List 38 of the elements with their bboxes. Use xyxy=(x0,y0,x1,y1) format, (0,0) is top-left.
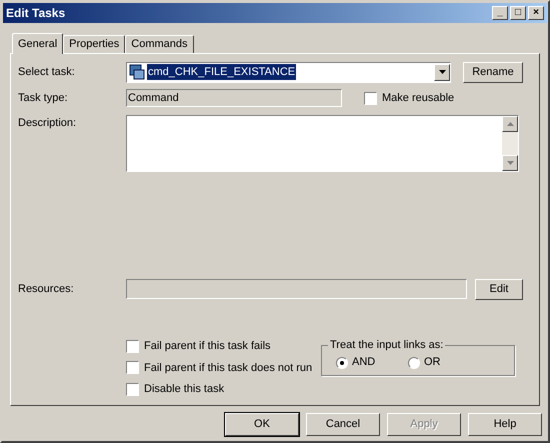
checkbox-label: Disable this task xyxy=(144,382,224,397)
field-label: Task type: xyxy=(18,90,69,106)
tab[interactable]: Commands xyxy=(125,35,194,53)
radio-label: AND xyxy=(352,355,376,370)
checkbox-label: Fail parent if this task does not run xyxy=(144,360,312,376)
description-field[interactable] xyxy=(126,115,519,172)
checkbox[interactable] xyxy=(126,340,139,353)
field-label: Select task: xyxy=(18,64,76,80)
maximize-button[interactable]: □ xyxy=(510,6,526,20)
radio-button[interactable] xyxy=(336,356,348,368)
task-dropdown[interactable]: cmd_CHK_FILE_EXISTANCE xyxy=(126,62,451,82)
tab[interactable]: General xyxy=(12,33,64,54)
up-arrow-icon xyxy=(506,122,514,126)
checkbox[interactable] xyxy=(364,92,377,104)
rename-button[interactable]: Rename xyxy=(463,62,523,82)
dropdown-value: cmd_CHK_FILE_EXISTANCE xyxy=(147,64,296,80)
radio-label: OR xyxy=(424,355,440,370)
task-type-field: Command xyxy=(126,89,342,107)
close-button[interactable]: × xyxy=(528,6,544,20)
field-label: Resources: xyxy=(18,282,75,297)
field-label: Description: xyxy=(18,116,78,131)
caret-icon xyxy=(438,70,446,74)
down-arrow-icon xyxy=(506,161,514,165)
dialog-button[interactable]: Help xyxy=(468,413,542,436)
checkbox[interactable] xyxy=(126,382,139,396)
window-title: Edit Tasks xyxy=(6,5,66,22)
minimize-button[interactable]: _ xyxy=(492,6,508,20)
dialog-button[interactable]: Cancel xyxy=(306,413,380,436)
checkbox-label: Make reusable xyxy=(382,90,454,106)
dropdown-arrow-button[interactable] xyxy=(434,64,450,80)
dialog-button[interactable]: OK xyxy=(225,413,299,436)
scrollbar[interactable] xyxy=(502,116,518,171)
checkbox-label: Fail parent if this task fails xyxy=(144,339,271,354)
radio-button[interactable] xyxy=(408,356,420,368)
checkbox[interactable] xyxy=(126,361,139,374)
edit-button[interactable]: Edit xyxy=(475,278,523,300)
tab[interactable]: Properties xyxy=(63,35,126,53)
group-box-title: Treat the input links as: xyxy=(328,338,446,352)
